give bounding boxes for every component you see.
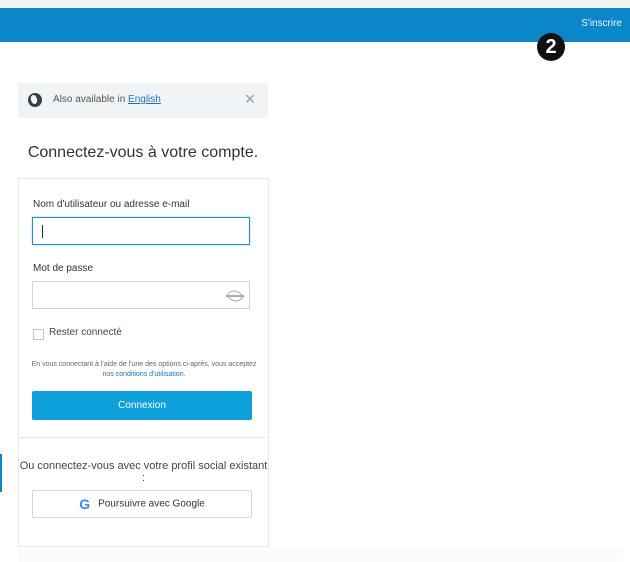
signup-link[interactable]: S'inscrire bbox=[581, 18, 622, 29]
google-login-label: Poursuivre avec Google bbox=[98, 498, 205, 510]
language-text: Also available in English bbox=[53, 94, 161, 105]
password-label: Mot de passe bbox=[33, 263, 94, 274]
terms-notice: En vous connectant à l'aide de l'une des… bbox=[29, 360, 259, 380]
language-banner: Also available in English × bbox=[18, 83, 268, 118]
username-label: Nom d'utilisateur ou adresse e-mail bbox=[33, 199, 190, 210]
remember-me-checkbox[interactable] bbox=[33, 329, 44, 340]
hide-password-icon[interactable] bbox=[225, 286, 245, 306]
username-input[interactable] bbox=[32, 217, 250, 245]
divider bbox=[19, 437, 268, 438]
english-link[interactable]: English bbox=[128, 94, 161, 105]
step-badge: 2 bbox=[537, 33, 565, 61]
text-caret bbox=[42, 225, 43, 238]
top-border bbox=[0, 0, 630, 8]
google-login-button[interactable]: G Poursuivre avec Google bbox=[32, 490, 252, 518]
terms-suffix: . bbox=[183, 371, 186, 378]
login-button[interactable]: Connexion bbox=[32, 391, 252, 420]
globe-icon bbox=[28, 93, 42, 107]
remember-me-label[interactable]: Rester connecté bbox=[49, 327, 122, 338]
password-input[interactable] bbox=[32, 281, 250, 309]
social-login-prompt: Ou connectez-vous avec votre profil soci… bbox=[19, 460, 268, 484]
language-prefix: Also available in bbox=[53, 94, 129, 105]
login-panel: Also available in English × Connectez-vo… bbox=[18, 83, 269, 562]
login-card: Nom d'utilisateur ou adresse e-mail Mot … bbox=[18, 178, 269, 547]
left-edge-accent bbox=[0, 454, 2, 492]
terms-link[interactable]: conditions d'utilisation bbox=[116, 371, 184, 378]
google-icon: G bbox=[79, 496, 91, 512]
page-title: Connectez-vous à votre compte. bbox=[27, 144, 259, 161]
bottom-strip bbox=[18, 547, 623, 562]
close-icon[interactable]: × bbox=[242, 90, 258, 108]
top-bar: S'inscrire bbox=[0, 8, 630, 42]
